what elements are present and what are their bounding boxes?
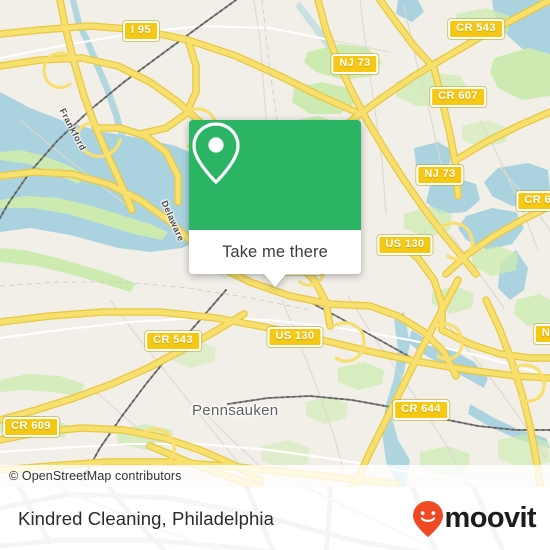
highway-shield-nj73-b: NJ 73	[416, 165, 464, 185]
attribution-text: © OpenStreetMap contributors	[9, 469, 182, 483]
popup-footer[interactable]: Take me there	[189, 230, 361, 274]
popup-tail	[264, 274, 286, 287]
highway-shield-cr543: CR 543	[448, 19, 504, 39]
map-attribution: © OpenStreetMap contributors	[0, 465, 550, 487]
take-me-there-label: Take me there	[222, 242, 328, 261]
highway-shield-cr644: CR 644	[393, 400, 449, 420]
highway-shield-us130-b: US 130	[267, 327, 323, 347]
map-canvas[interactable]: .w { fill:#aad3df; } .gr { fill:#cdebb0;…	[0, 0, 550, 487]
highway-shield-nj: N	[533, 324, 550, 344]
footer-bar: Kindred Cleaning, Philadelphia moovit	[0, 487, 550, 550]
moovit-wordmark: moovit	[444, 502, 537, 534]
popup-header	[189, 120, 361, 230]
highway-shield-nj73: NJ 73	[331, 54, 379, 74]
highway-shield-cr609: CR 609	[3, 417, 59, 437]
map-pin-icon	[192, 122, 240, 185]
moovit-place-card: .w { fill:#aad3df; } .gr { fill:#cdebb0;…	[0, 0, 550, 550]
place-title: Kindred Cleaning, Philadelphia	[18, 507, 275, 529]
moovit-brand: moovit	[412, 500, 537, 538]
highway-shield-cr607: CR 607	[430, 87, 486, 107]
highway-shield-i95: I 95	[123, 21, 159, 41]
moovit-smiley-pin-icon	[412, 500, 443, 537]
highway-shield-cr60: CR 60	[516, 191, 550, 211]
highway-shield-us130: US 130	[377, 235, 433, 255]
place-popup-card[interactable]: Take me there	[189, 120, 361, 287]
highway-shield-cr543-b: CR 543	[145, 331, 201, 351]
